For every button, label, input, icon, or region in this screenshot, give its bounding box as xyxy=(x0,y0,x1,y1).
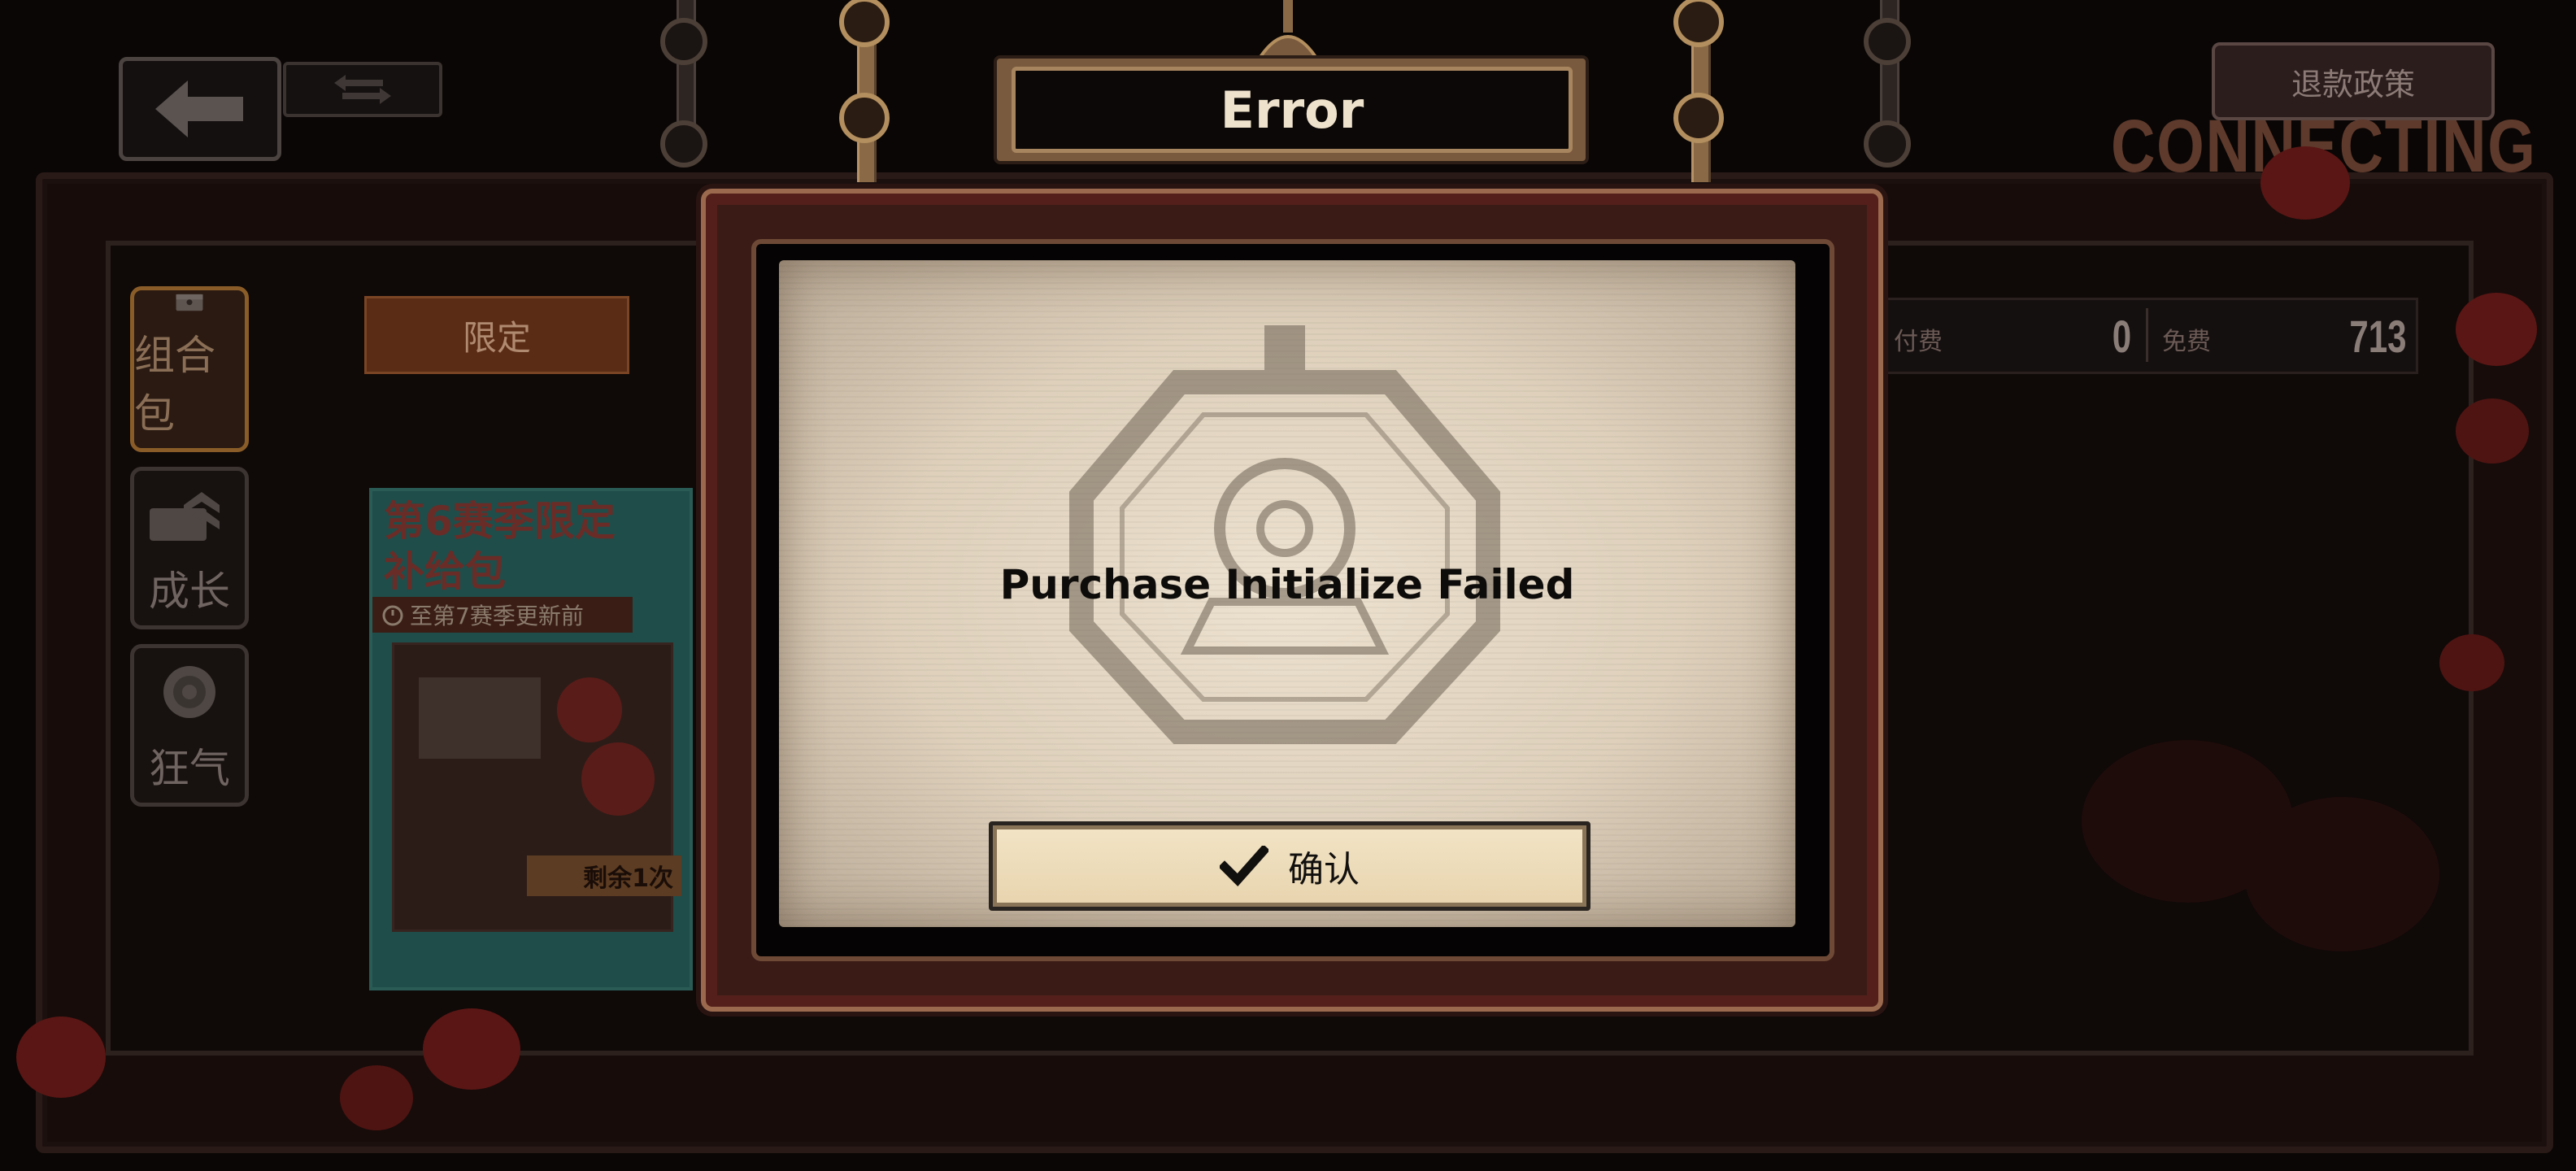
dialog-title: Error xyxy=(1012,67,1573,153)
currency-bar: 付费 0 免费 713 xyxy=(1870,298,2418,374)
confirm-button-label: 确认 xyxy=(1288,849,1360,890)
sidebar-tab-madness[interactable]: 狂气 xyxy=(130,644,249,807)
refund-policy-label: 退款政策 xyxy=(2291,66,2415,102)
pack-time-limit-text: 至第7赛季更新前 xyxy=(410,603,584,629)
pipe-knob-decoration xyxy=(839,93,890,143)
switch-button[interactable] xyxy=(283,62,442,117)
error-message: Purchase Initialize Failed xyxy=(999,561,1575,608)
title-ornament xyxy=(1257,0,1319,59)
confirm-button[interactable]: 确认 xyxy=(989,821,1590,911)
free-currency-label: 免费 xyxy=(2162,328,2211,356)
pipe-knob-decoration xyxy=(1864,120,1911,168)
pack-title-line1: 第6赛季限定 xyxy=(384,498,616,545)
divider xyxy=(2146,308,2148,362)
rose-decoration xyxy=(2261,146,2350,220)
season-pack-card[interactable]: 第6赛季限定 补给包 至第7赛季更新前 剩余1次 xyxy=(369,488,693,990)
paid-currency-label: 付费 xyxy=(1894,328,1943,356)
rose-decoration xyxy=(2244,797,2439,951)
pack-remaining-text: 剩余1次 xyxy=(583,864,673,893)
pack-remaining-badge: 剩余1次 xyxy=(527,855,681,896)
pipe-knob-decoration xyxy=(1673,93,1724,143)
arrow-left-icon xyxy=(155,81,243,137)
rose-decoration xyxy=(557,677,622,742)
rose-decoration xyxy=(16,1016,106,1098)
pack-title: 第6赛季限定 补给包 xyxy=(384,496,660,597)
paid-currency-value: 0 xyxy=(2112,311,2131,362)
sidebar-tab-bundle[interactable]: 组合包 xyxy=(130,286,249,452)
tab-limited-label: 限定 xyxy=(462,317,531,358)
pack-title-line2: 补给包 xyxy=(384,548,506,595)
crate-decoration xyxy=(419,677,541,759)
sidebar-tab-growth[interactable]: 成长 xyxy=(130,467,249,629)
swap-arrows-icon xyxy=(334,75,391,104)
rose-decoration xyxy=(581,742,655,816)
train-emblem-watermark xyxy=(1069,325,1500,744)
connecting-status: CONNECTING xyxy=(2111,105,2537,188)
rank-up-icon xyxy=(150,492,220,541)
sidebar-tab-label: 成长 xyxy=(149,568,230,615)
pipe-knob-decoration xyxy=(660,120,707,168)
pack-time-limit: 至第7赛季更新前 xyxy=(372,597,633,633)
chest-icon xyxy=(176,294,203,311)
dialog-title-text: Error xyxy=(1220,80,1364,140)
rose-decoration xyxy=(423,1008,520,1090)
sidebar-tab-label: 组合包 xyxy=(134,332,215,437)
pipe-knob-decoration xyxy=(660,18,707,65)
free-currency-value: 713 xyxy=(2348,311,2406,362)
tab-limited[interactable]: 限定 xyxy=(364,296,629,374)
rose-decoration xyxy=(2439,634,2504,691)
checkmark-icon xyxy=(1220,846,1268,886)
back-button[interactable] xyxy=(119,57,281,161)
rose-icon xyxy=(163,666,215,718)
clock-icon xyxy=(382,605,403,626)
rose-decoration xyxy=(2456,398,2529,464)
pipe-knob-decoration xyxy=(1864,18,1911,65)
rose-decoration xyxy=(2456,293,2537,366)
sidebar-tab-label: 狂气 xyxy=(149,745,230,792)
rose-decoration xyxy=(340,1065,413,1130)
